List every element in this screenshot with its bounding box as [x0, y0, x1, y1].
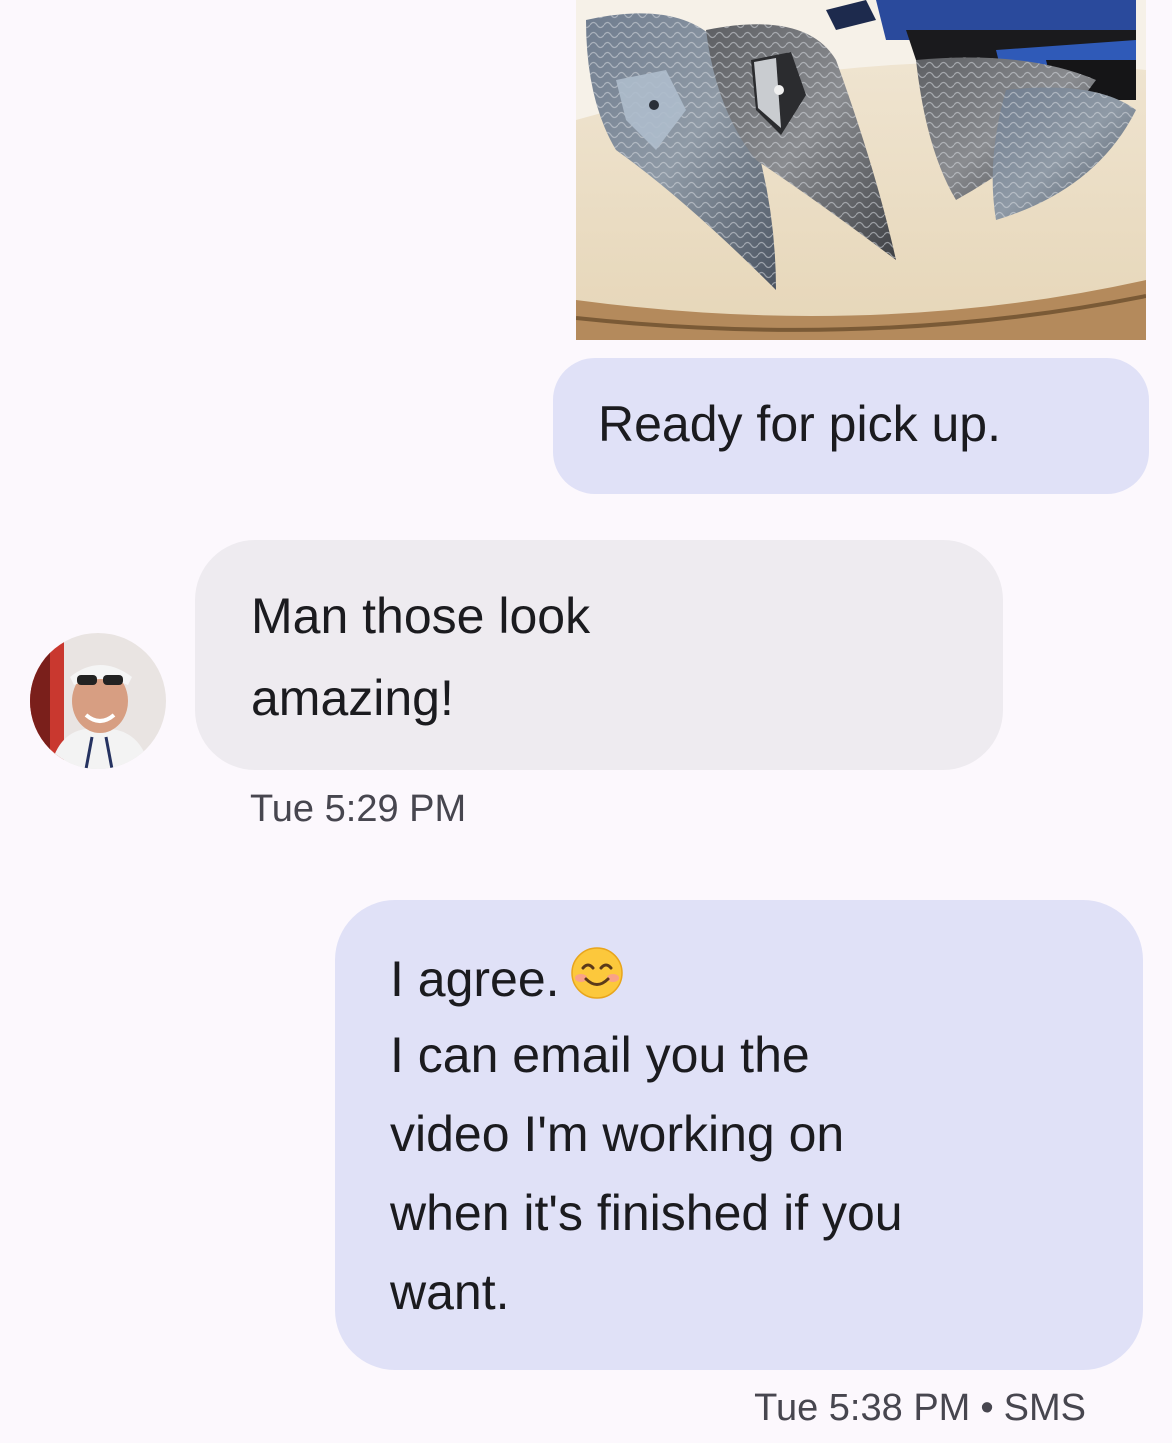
message-text-line: I can email you the: [390, 1027, 810, 1083]
message-text-line: Man those look: [251, 588, 591, 644]
smiling-face-emoji-icon: [570, 946, 624, 1013]
knives-photo-illustration: [576, 0, 1146, 340]
incoming-message-bubble[interactable]: Man those look amazing!: [195, 540, 1003, 770]
message-status: Tue 5:38 PM • SMS: [754, 1387, 1086, 1430]
message-text-line: video I'm working on: [390, 1106, 845, 1162]
message-channel: SMS: [1003, 1387, 1086, 1429]
message-text: I agree.: [390, 951, 560, 1007]
avatar-photo-illustration: [30, 633, 166, 769]
outgoing-message-bubble[interactable]: Ready for pick up.: [553, 358, 1149, 494]
message-text-line: I agree.: [390, 946, 1103, 1025]
message-text-line: when it's finished if you: [390, 1185, 903, 1241]
message-image[interactable]: [576, 0, 1146, 340]
message-text-line: want.: [390, 1264, 510, 1320]
message-text-line: amazing!: [251, 670, 454, 726]
message-text-line: Ready for pick up.: [598, 396, 1001, 452]
message-timestamp: Tue 5:38 PM: [754, 1387, 971, 1429]
outgoing-message-bubble[interactable]: I agree. I can email you the video I'm w…: [335, 900, 1143, 1370]
message-timestamp: Tue 5:29 PM: [250, 788, 467, 830]
contact-avatar[interactable]: [30, 633, 166, 769]
separator-dot: •: [980, 1387, 994, 1429]
